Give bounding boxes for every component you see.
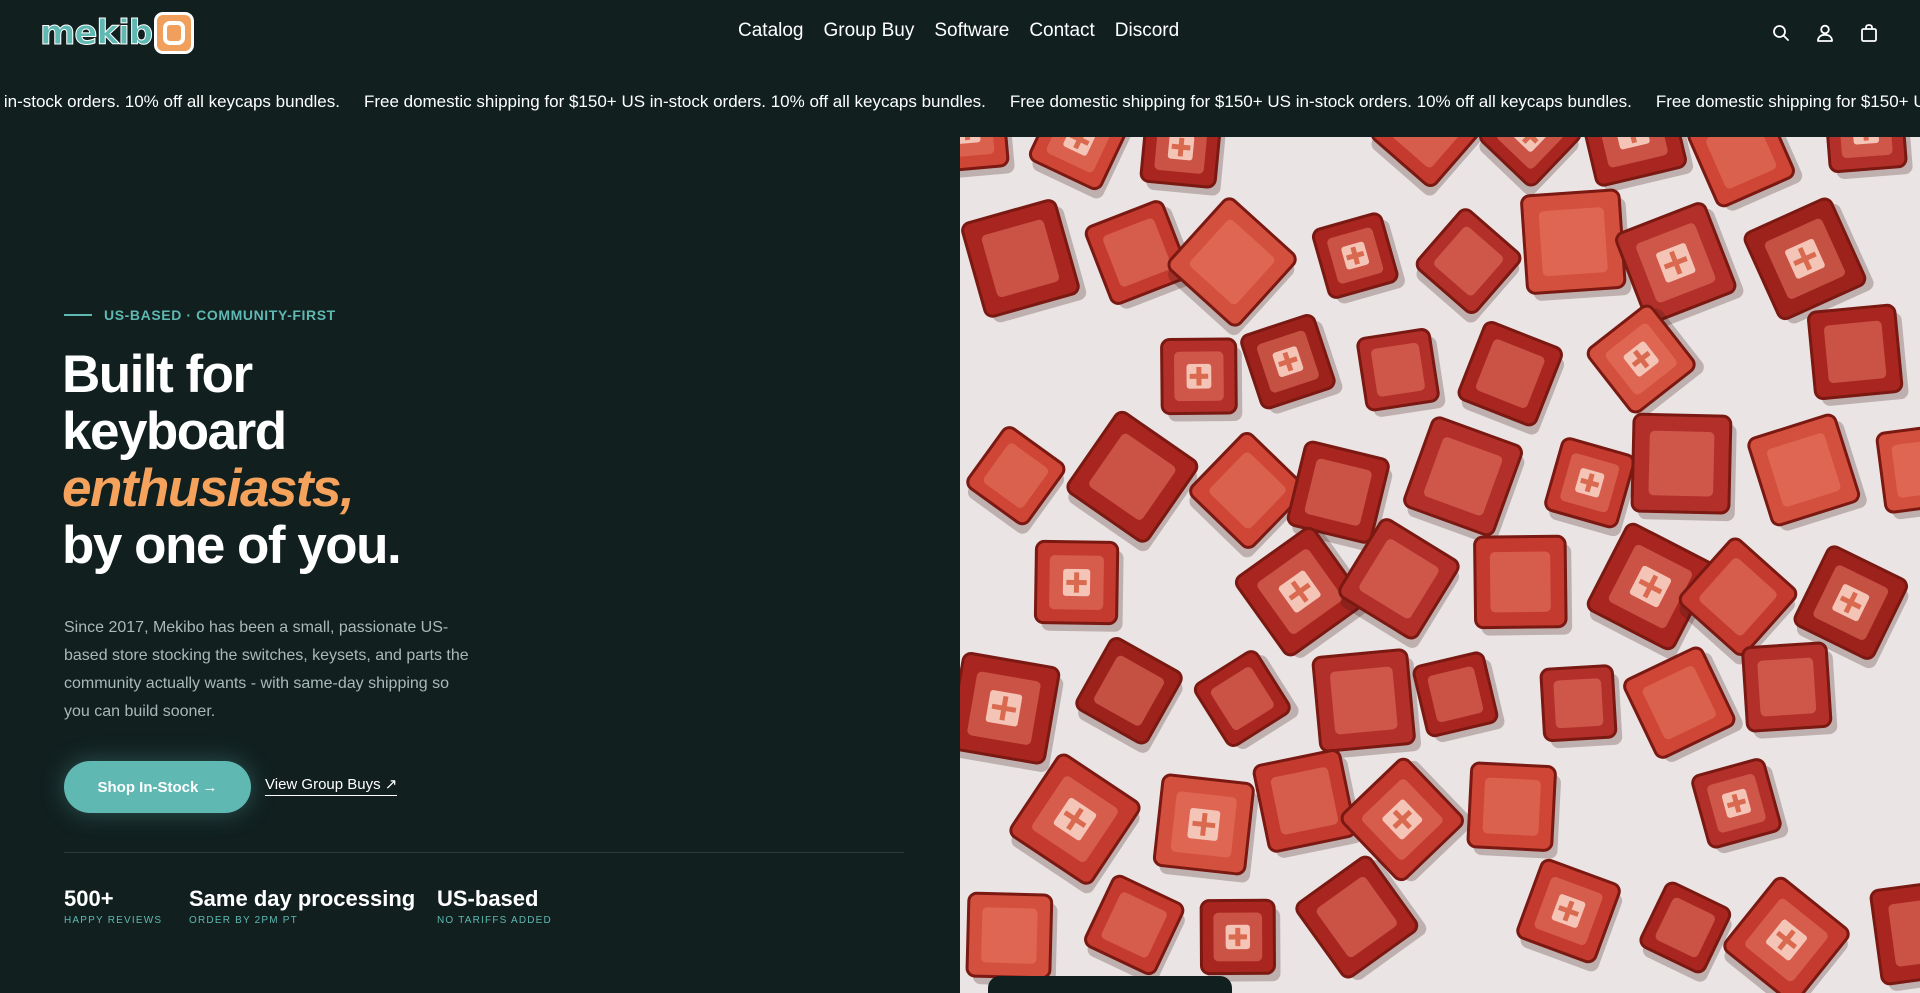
switch-shape xyxy=(960,651,1064,772)
site-header: mekib Catalog Group Buy Software Contact… xyxy=(0,0,1920,68)
nav-catalog[interactable]: Catalog xyxy=(738,20,804,42)
switch-shape xyxy=(1311,648,1421,759)
stat-value: Same day processing xyxy=(189,886,416,911)
switch-shape xyxy=(1473,534,1573,636)
hero-eyebrow: US-BASED · COMMUNITY-FIRST xyxy=(64,307,336,323)
mekibo-logo[interactable]: mekib xyxy=(39,11,195,55)
announcement-bar: Free domestic shipping for $150+ US in-s… xyxy=(0,86,1920,120)
hero-switches-image xyxy=(960,137,1920,993)
hero-headline: Built for keyboard enthusiasts, by one o… xyxy=(62,345,402,575)
main-nav: Catalog Group Buy Software Contact Disco… xyxy=(738,20,1179,42)
view-group-buys-link[interactable]: View Group Buys ↗ xyxy=(265,775,398,796)
switch-shape xyxy=(1199,898,1281,982)
switch-shape xyxy=(1160,337,1243,422)
switch-shape xyxy=(1356,328,1446,417)
switch-shape xyxy=(965,891,1058,986)
switch-shape xyxy=(1139,137,1227,196)
stat-value: US-based xyxy=(437,886,539,911)
stat-label: HAPPY REVIEWS xyxy=(64,915,163,926)
header-actions xyxy=(1770,22,1880,44)
nav-group-buy[interactable]: Group Buy xyxy=(824,20,915,42)
switch-shape xyxy=(1823,137,1913,179)
switch-shape xyxy=(1152,773,1259,883)
headline-line-2: keyboard xyxy=(62,402,287,461)
switch-shape xyxy=(1741,641,1838,739)
stat-us-based: US-based NO TARIFFS ADDED xyxy=(437,886,552,926)
stat-value: 500+ xyxy=(64,886,114,911)
nav-discord[interactable]: Discord xyxy=(1115,20,1179,42)
nav-contact[interactable]: Contact xyxy=(1029,20,1094,42)
headline-accent: enthusiasts, xyxy=(62,459,355,518)
announcement-text: Free domestic shipping for $150+ US in-s… xyxy=(363,92,986,111)
nav-software[interactable]: Software xyxy=(934,20,1009,42)
announcement-text: Free domestic shipping for $150+ US in-s… xyxy=(1655,92,1920,111)
image-caption-tab xyxy=(988,976,1232,993)
eyebrow-line xyxy=(64,314,92,316)
shop-in-stock-button[interactable]: Shop In-Stock → xyxy=(64,761,251,813)
switch-shape xyxy=(1033,539,1124,632)
eyebrow-text: US-BASED · COMMUNITY-FIRST xyxy=(104,307,336,323)
headline-line-4: by one of you. xyxy=(62,516,402,575)
cart-icon[interactable] xyxy=(1858,22,1880,44)
switch-shape xyxy=(1630,412,1737,522)
announcement-track: Free domestic shipping for $150+ US in-s… xyxy=(0,92,1920,112)
hero-description: Since 2017, Mekibo has been a small, pas… xyxy=(64,619,469,720)
switch-shape xyxy=(1807,303,1909,406)
stat-reviews: 500+ HAPPY REVIEWS xyxy=(64,886,162,926)
switches-illustration xyxy=(960,137,1920,993)
switch-shape xyxy=(1539,664,1623,749)
switch-shape xyxy=(1466,761,1561,859)
stat-label: NO TARIFFS ADDED xyxy=(437,915,552,926)
announcement-text: Free domestic shipping for $150+ US in-s… xyxy=(1009,92,1632,111)
search-icon[interactable] xyxy=(1770,22,1792,44)
hero-divider xyxy=(64,852,904,853)
stat-label: ORDER BY 2PM PT xyxy=(189,915,298,926)
switch-shape xyxy=(1520,188,1632,301)
headline-line-1: Built for xyxy=(62,345,253,404)
account-icon[interactable] xyxy=(1814,22,1836,44)
announcement-text: Free domestic shipping for $150+ US in-s… xyxy=(0,92,340,111)
stat-processing: Same day processing ORDER BY 2PM PT xyxy=(189,886,415,926)
switch-shape xyxy=(1252,749,1363,858)
